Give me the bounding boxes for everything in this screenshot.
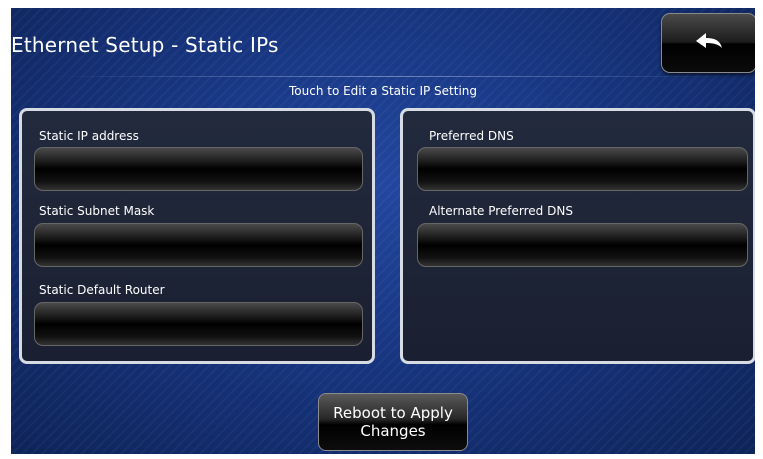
left-settings-panel: Static IP address Static Subnet Mask Sta… (19, 108, 375, 364)
header-divider (51, 76, 731, 77)
ethernet-setup-screen: Ethernet Setup - Static IPs Touch to Edi… (11, 8, 755, 454)
alternate-dns-label: Alternate Preferred DNS (429, 204, 573, 218)
preferred-dns-label: Preferred DNS (429, 129, 514, 143)
back-arrow-icon (694, 31, 724, 55)
subnet-mask-label: Static Subnet Mask (39, 204, 155, 218)
reboot-button[interactable]: Reboot to Apply Changes (318, 393, 468, 451)
right-settings-panel: Preferred DNS Alternate Preferred DNS (400, 108, 755, 364)
instruction-text: Touch to Edit a Static IP Setting (288, 84, 478, 98)
static-ip-field[interactable] (34, 147, 363, 191)
default-router-label: Static Default Router (39, 283, 165, 297)
static-ip-label: Static IP address (39, 129, 139, 143)
default-router-field[interactable] (34, 302, 363, 346)
back-button[interactable] (661, 13, 755, 73)
alternate-dns-field[interactable] (417, 223, 748, 267)
subnet-mask-field[interactable] (34, 223, 363, 267)
page-title: Ethernet Setup - Static IPs (11, 33, 279, 57)
preferred-dns-field[interactable] (417, 147, 748, 191)
